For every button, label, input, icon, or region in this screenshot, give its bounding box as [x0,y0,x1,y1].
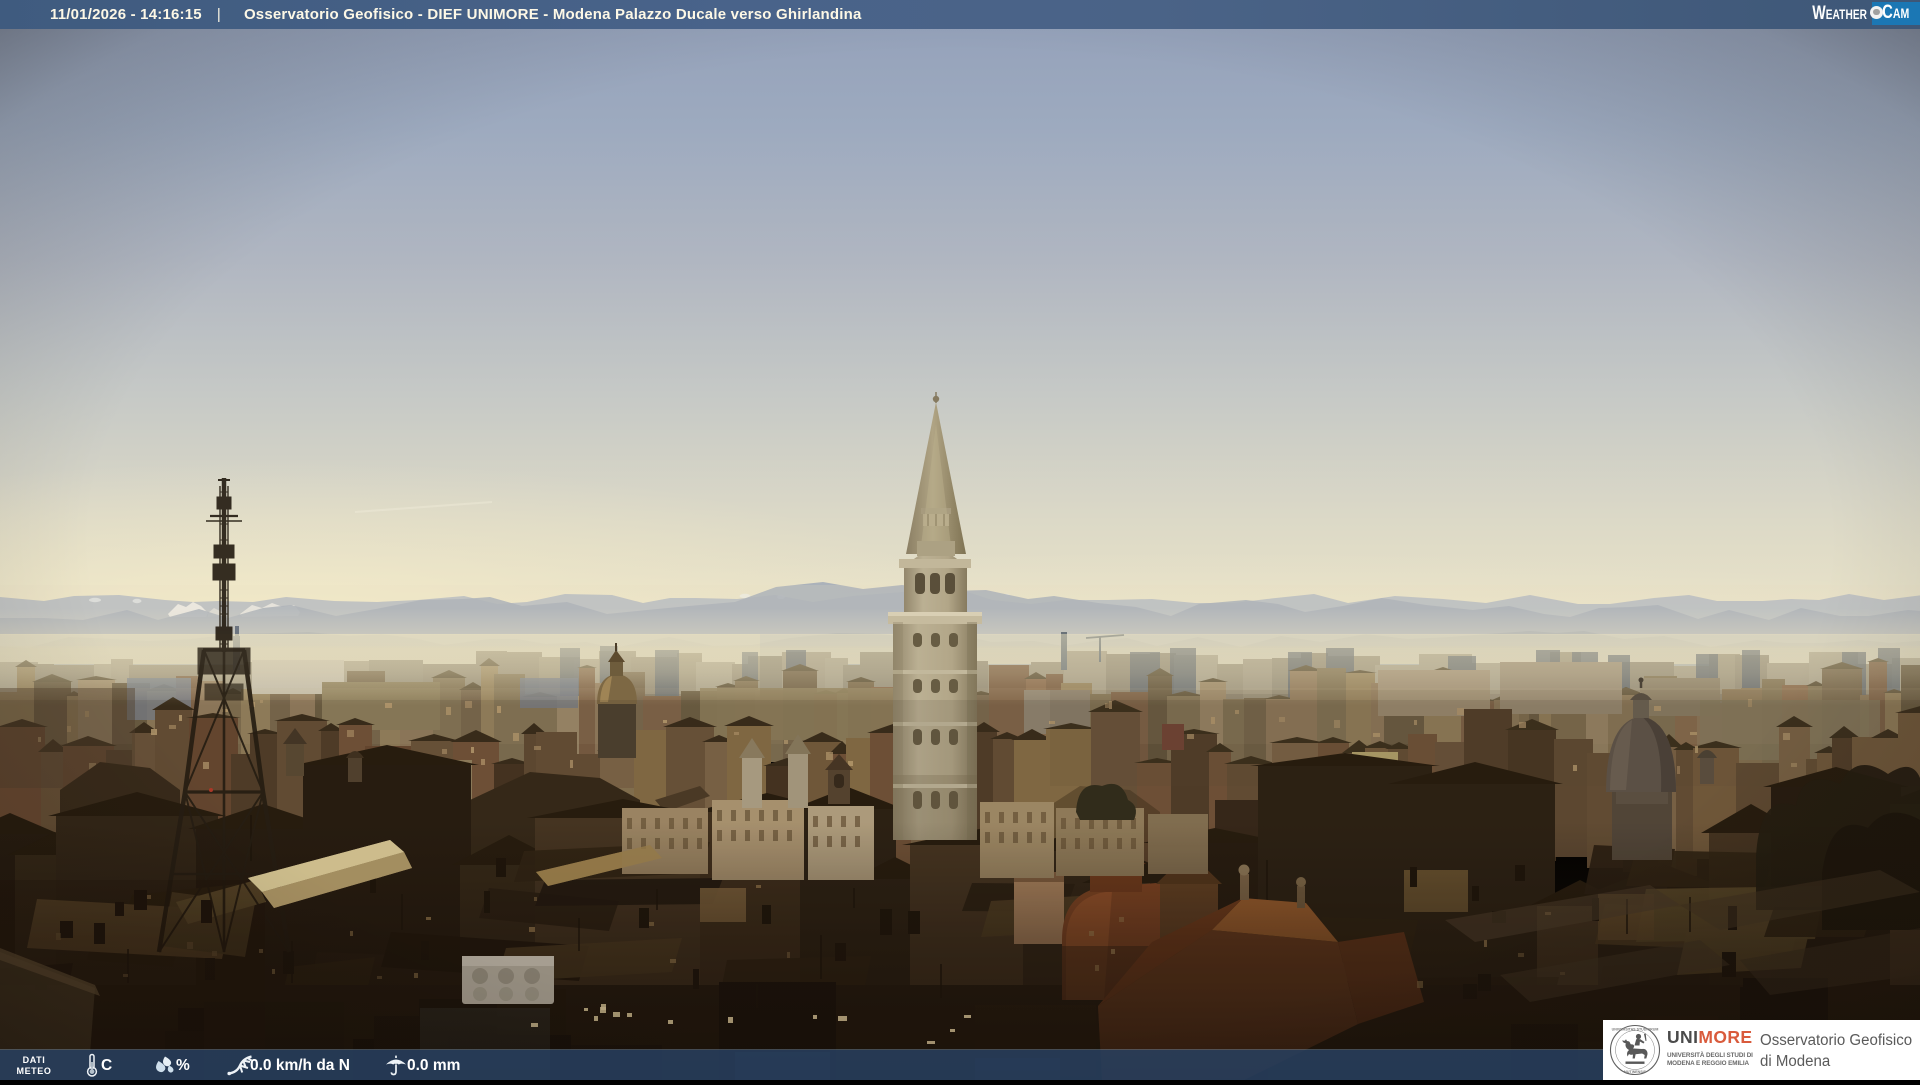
svg-text:UNIVERSITAS STUDIORUM: UNIVERSITAS STUDIORUM [1612,1027,1659,1031]
svg-text:MUTINENSIS: MUTINENSIS [1624,1070,1647,1074]
